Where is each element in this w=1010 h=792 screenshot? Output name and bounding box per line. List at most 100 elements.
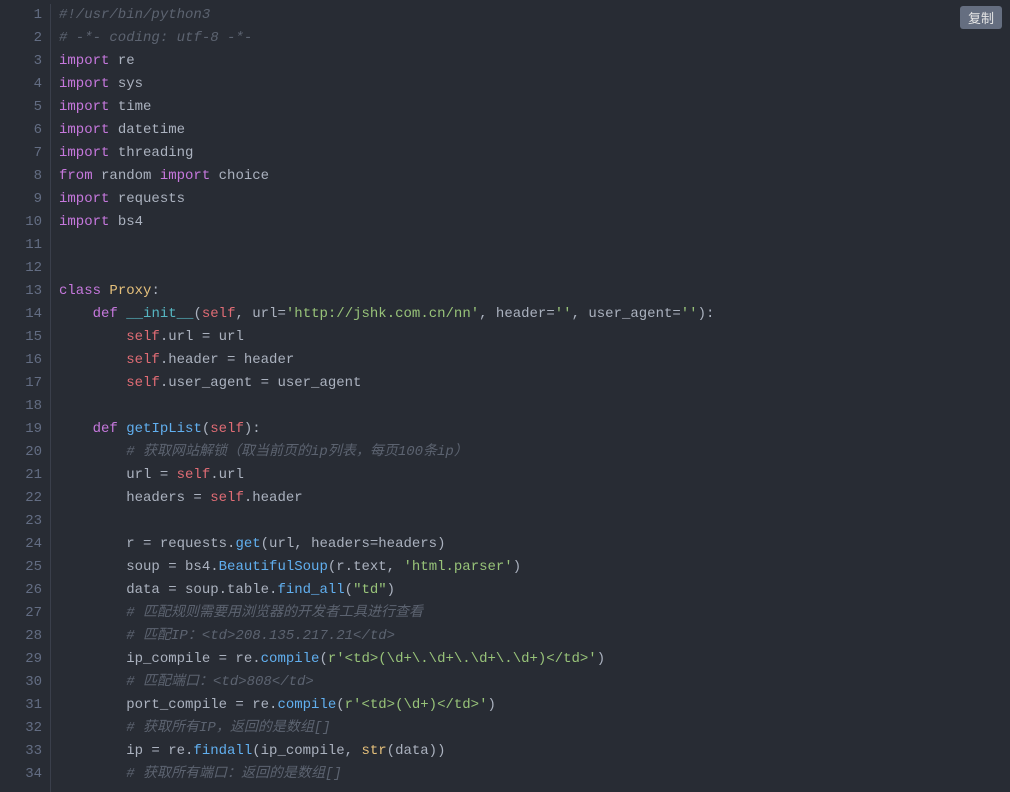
code-line[interactable]: import sys [59,73,1010,96]
code-token: 'http://jshk.com.cn/nn' [286,306,479,322]
code-line[interactable]: import requests [59,188,1010,211]
code-token: # 获取所有IP，返回的是数组[] [126,720,330,736]
code-line[interactable]: import time [59,96,1010,119]
code-token [59,352,126,368]
copy-button[interactable]: 复制 [960,6,1002,29]
code-token: (r.text, [328,559,404,575]
code-token: compile [277,697,336,713]
code-token: ) [597,651,605,667]
code-line[interactable] [59,234,1010,257]
code-token: (url, headers=headers) [261,536,446,552]
line-number: 26 [0,579,42,602]
code-line[interactable]: class Proxy: [59,280,1010,303]
code-token [59,329,126,345]
code-token: "td" [353,582,387,598]
code-token: r = requests. [59,536,235,552]
code-token: ) [487,697,495,713]
code-editor: 1234567891011121314151617181920212223242… [0,0,1010,792]
code-token: self [210,490,244,506]
code-token: ip_compile = re. [59,651,261,667]
code-token: , url= [235,306,285,322]
code-line[interactable] [59,395,1010,418]
code-token: self [126,352,160,368]
code-line[interactable]: # 匹配端口：<td>808</td> [59,671,1010,694]
line-number: 8 [0,165,42,188]
line-number: 3 [0,50,42,73]
code-line[interactable]: import re [59,50,1010,73]
line-number: 31 [0,694,42,717]
line-number: 11 [0,234,42,257]
code-token [59,605,126,621]
code-token: ( [336,697,344,713]
line-number: 18 [0,395,42,418]
code-line[interactable]: # 匹配IP：<td>208.135.217.21</td> [59,625,1010,648]
code-token: # 匹配IP：<td>208.135.217.21</td> [126,628,395,644]
code-token: port_compile = re. [59,697,277,713]
code-token: ( [345,582,353,598]
code-token: import [59,145,109,161]
line-number: 12 [0,257,42,280]
code-line[interactable]: #!/usr/bin/python3 [59,4,1010,27]
code-token: ) [513,559,521,575]
code-line[interactable]: r = requests.get(url, headers=headers) [59,533,1010,556]
code-line[interactable]: # 获取所有IP，返回的是数组[] [59,717,1010,740]
code-token: data = soup.table. [59,582,277,598]
line-number: 4 [0,73,42,96]
code-line[interactable]: # 获取网站解锁（取当前页的ip列表，每页100条ip） [59,441,1010,464]
code-token [59,628,126,644]
code-token: url = [59,467,177,483]
code-line[interactable]: self.header = header [59,349,1010,372]
code-line[interactable]: def __init__(self, url='http://jshk.com.… [59,303,1010,326]
code-line[interactable]: self.url = url [59,326,1010,349]
line-number: 7 [0,142,42,165]
code-line[interactable] [59,257,1010,280]
code-token: Proxy [109,283,151,299]
code-token: .header = header [160,352,294,368]
code-line[interactable]: import datetime [59,119,1010,142]
code-token: findall [193,743,252,759]
code-token: def [93,421,118,437]
code-line[interactable]: data = soup.table.find_all("td") [59,579,1010,602]
code-line[interactable]: self.user_agent = user_agent [59,372,1010,395]
line-number: 17 [0,372,42,395]
code-token: ( [202,421,210,437]
code-line[interactable]: # 获取所有端口：返回的是数组[] [59,763,1010,786]
code-line[interactable]: import threading [59,142,1010,165]
line-number: 16 [0,349,42,372]
code-token: 'html.parser' [403,559,512,575]
line-number: 21 [0,464,42,487]
code-line[interactable]: ip_compile = re.compile(r'<td>(\d+\.\d+\… [59,648,1010,671]
code-line[interactable]: # -*- coding: utf-8 -*- [59,27,1010,50]
code-token: get [235,536,260,552]
code-token: self [126,375,160,391]
line-number: 28 [0,625,42,648]
code-line[interactable]: soup = bs4.BeautifulSoup(r.text, 'html.p… [59,556,1010,579]
code-line[interactable]: import bs4 [59,211,1010,234]
code-line[interactable]: url = self.url [59,464,1010,487]
code-token [59,375,126,391]
code-token: (ip_compile, [252,743,361,759]
code-line[interactable]: ip = re.findall(ip_compile, str(data)) [59,740,1010,763]
code-line[interactable]: port_compile = re.compile(r'<td>(\d+)</t… [59,694,1010,717]
code-token: find_all [277,582,344,598]
code-line[interactable]: from random import choice [59,165,1010,188]
code-area[interactable]: #!/usr/bin/python3 # -*- coding: utf-8 -*… [50,4,1010,792]
code-line[interactable]: def getIpList(self): [59,418,1010,441]
code-line[interactable]: # 匹配规则需要用浏览器的开发者工具进行查看 [59,602,1010,625]
code-token [59,421,93,437]
code-token: soup = bs4. [59,559,219,575]
code-line[interactable] [59,510,1010,533]
code-token [59,674,126,690]
line-number: 6 [0,119,42,142]
code-token: import [59,76,109,92]
code-token: from [59,168,93,184]
code-token: , header= [479,306,555,322]
code-token [118,306,126,322]
code-token [59,766,126,782]
line-number: 25 [0,556,42,579]
code-token: self [202,306,236,322]
code-line[interactable]: headers = self.header [59,487,1010,510]
code-token: re [109,53,134,69]
code-token: # -*- coding: utf-8 -*- [59,30,252,46]
code-token: self [126,329,160,345]
